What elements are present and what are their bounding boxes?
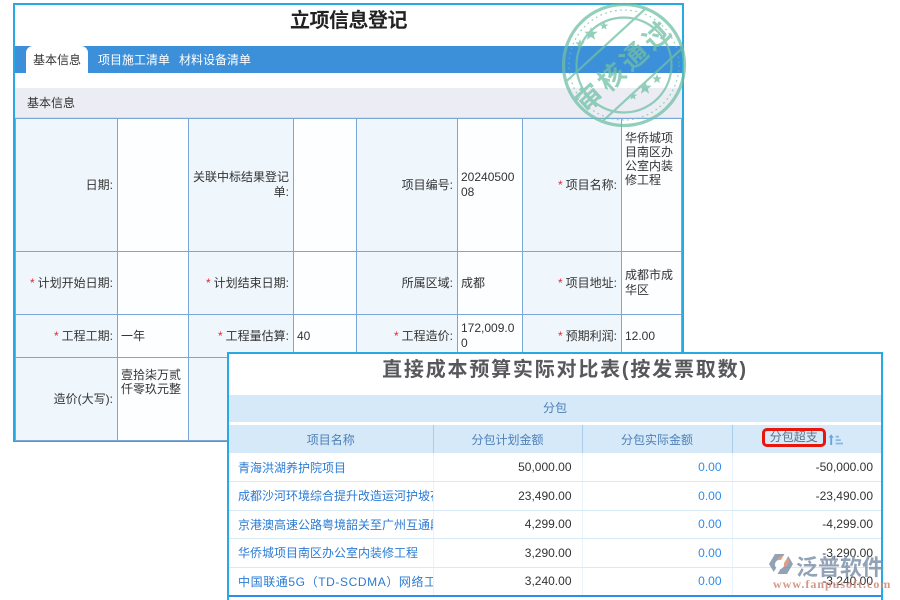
svg-text:www.fanpusoft.com: www.fanpusoft.com [773, 577, 891, 591]
